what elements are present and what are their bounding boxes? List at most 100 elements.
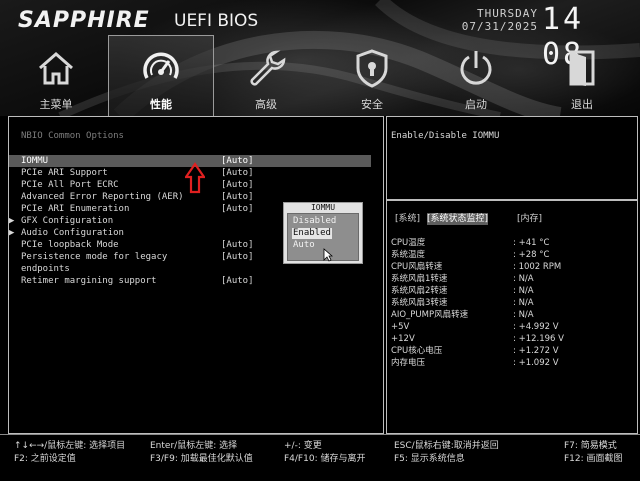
setting-name: IOMMU	[21, 156, 49, 166]
popup-option-list: Disabled Enabled Auto	[287, 213, 359, 262]
section-title: NBIO Common Options	[21, 131, 124, 141]
tab-performance[interactable]: 性能	[108, 35, 214, 116]
date-display: THURSDAY 07/31/2025	[460, 7, 538, 33]
hint-change: +/-: 变更	[284, 441, 322, 451]
setting-value: [Auto]	[221, 204, 254, 214]
setting-name: PCIe All Port ECRC	[21, 180, 119, 190]
option-enabled[interactable]: Enabled	[292, 228, 332, 239]
hint-previous-values: F2: 之前设定值	[14, 454, 76, 464]
speedometer-icon	[143, 52, 179, 79]
hint-system-info: F5: 显示系统信息	[394, 454, 465, 464]
monitor-label: 系统温度	[391, 250, 426, 260]
monitor-label: CPU核心电压	[391, 346, 443, 356]
tab-exit[interactable]: 退出	[530, 36, 634, 114]
hint-save-exit: F4/F10: 储存与离开	[284, 454, 366, 464]
mouse-cursor-icon	[323, 248, 333, 262]
setting-name: PCIe ARI Support	[21, 168, 108, 178]
tab-boot-label: 启动	[465, 98, 487, 111]
monitor-label: 内存电压	[391, 358, 426, 368]
setting-value: [Auto]	[221, 240, 254, 250]
monitor-row: 系统风扇1转速 : N/A	[391, 273, 631, 285]
monitor-label: +5V	[391, 322, 410, 332]
tab-advanced-label: 高级	[255, 98, 277, 111]
key-hints-footer: ↑↓←→/鼠标左键: 选择项目 F2: 之前设定值 Enter/鼠标左键: 选择…	[0, 434, 640, 481]
hint-escape: ESC/鼠标右键:取消并返回	[394, 441, 499, 451]
monitor-row: CPU温度 : +41 °C	[391, 237, 631, 249]
monitor-row: CPU风扇转速 : 1002 RPM	[391, 261, 631, 273]
monitor-value: : +1.272 V	[513, 346, 559, 356]
hint-load-defaults: F3/F9: 加载最佳化默认值	[150, 454, 253, 464]
setting-row-persistence-mode-cont: endpoints	[9, 263, 383, 275]
tab-security[interactable]: 安全	[320, 36, 424, 114]
monitor-label: CPU温度	[391, 238, 426, 248]
monitor-label: +12V	[391, 334, 415, 344]
date-text: 07/31/2025	[461, 20, 538, 33]
iommu-options-popup: IOMMU Disabled Enabled Auto	[283, 202, 363, 264]
setting-name: Advanced Error Reporting (AER)	[21, 192, 184, 202]
submenu-arrow-icon: ▶	[9, 228, 15, 238]
monitor-row: 系统风扇2转速 : N/A	[391, 285, 631, 297]
setting-row-retimer-margining[interactable]: Retimer margining support [Auto]	[9, 275, 383, 287]
setting-value: [Auto]	[221, 168, 254, 178]
monitor-value: : 1002 RPM	[513, 262, 562, 272]
brand-logo: SAPPHIRE	[18, 8, 150, 33]
monitor-row: 系统温度 : +28 °C	[391, 249, 631, 261]
help-text: Enable/Disable IOMMU	[391, 131, 500, 141]
tab-security-label: 安全	[361, 98, 383, 111]
tab-performance-label: 性能	[150, 98, 172, 111]
monitor-label: CPU风扇转速	[391, 262, 443, 272]
settings-panel: NBIO Common Options IOMMU [Auto] PCIe AR…	[8, 116, 384, 434]
main-tabs: 主菜单 性能 高级 安全 启动 退出	[0, 35, 640, 116]
monitor-row: AIO_PUMP风扇转速 : N/A	[391, 309, 631, 321]
monitor-value: : +4.992 V	[513, 322, 559, 332]
monitor-value: : +1.092 V	[513, 358, 559, 368]
monitor-row: +12V : +12.196 V	[391, 333, 631, 345]
setting-name: Retimer margining support	[21, 276, 157, 286]
tab-memory[interactable]: [内存]	[517, 213, 542, 225]
monitor-value: : N/A	[513, 274, 534, 284]
monitor-row: CPU核心电压 : +1.272 V	[391, 345, 631, 357]
hint-select-item: ↑↓←→/鼠标左键: 选择项目	[14, 441, 126, 451]
monitor-row: 系统风扇3转速 : N/A	[391, 297, 631, 309]
hint-enter-select: Enter/鼠标左键: 选择	[150, 441, 238, 451]
setting-name: Persistence mode for legacy	[21, 252, 168, 262]
bios-header: SAPPHIRE UEFI BIOS THURSDAY 07/31/2025 1…	[0, 0, 640, 116]
tab-system[interactable]: [系统]	[395, 213, 420, 225]
tab-main[interactable]: 主菜单	[4, 36, 108, 114]
help-panel: Enable/Disable IOMMU	[386, 116, 638, 200]
red-up-arrow-icon	[185, 162, 205, 194]
monitor-label: 系统风扇3转速	[391, 298, 448, 308]
tab-system-monitor[interactable]: [系统状态监控]	[427, 213, 489, 225]
setting-value: [Auto]	[221, 276, 254, 286]
setting-value: [Auto]	[221, 192, 254, 202]
setting-name: Audio Configuration	[21, 228, 124, 238]
setting-value: [Auto]	[221, 180, 254, 190]
monitor-value: : N/A	[513, 310, 534, 320]
popup-title: IOMMU	[310, 203, 336, 212]
day-of-week: THURSDAY	[477, 7, 538, 20]
tab-advanced[interactable]: 高级	[214, 36, 318, 114]
hint-screenshot: F12: 画面截图	[564, 454, 623, 464]
power-icon	[460, 51, 492, 85]
setting-value: [Auto]	[221, 252, 254, 262]
monitor-label: 系统风扇1转速	[391, 274, 448, 284]
tab-boot[interactable]: 启动	[424, 36, 528, 114]
shield-lock-icon	[356, 49, 388, 88]
monitor-value: : N/A	[513, 286, 534, 296]
option-auto[interactable]: Auto	[292, 240, 316, 251]
monitor-label: 系统风扇2转速	[391, 286, 448, 296]
bios-title: UEFI BIOS	[174, 11, 259, 31]
hardware-monitor-panel: [系统] [系统状态监控] [内存] CPU温度 : +41 °C 系统温度 :…	[386, 200, 638, 434]
setting-name: endpoints	[21, 264, 70, 274]
exit-door-icon	[569, 50, 595, 86]
setting-value: [Auto]	[221, 156, 254, 166]
home-icon	[39, 52, 73, 85]
tab-main-label: 主菜单	[39, 98, 73, 111]
option-disabled[interactable]: Disabled	[292, 216, 337, 227]
monitor-row: 内存电压 : +1.092 V	[391, 357, 631, 369]
submenu-arrow-icon: ▶	[9, 216, 15, 226]
monitor-value: : +41 °C	[513, 238, 550, 248]
setting-name: PCIe ARI Enumeration	[21, 204, 130, 214]
monitor-value: : N/A	[513, 298, 534, 308]
tab-exit-label: 退出	[571, 98, 593, 111]
